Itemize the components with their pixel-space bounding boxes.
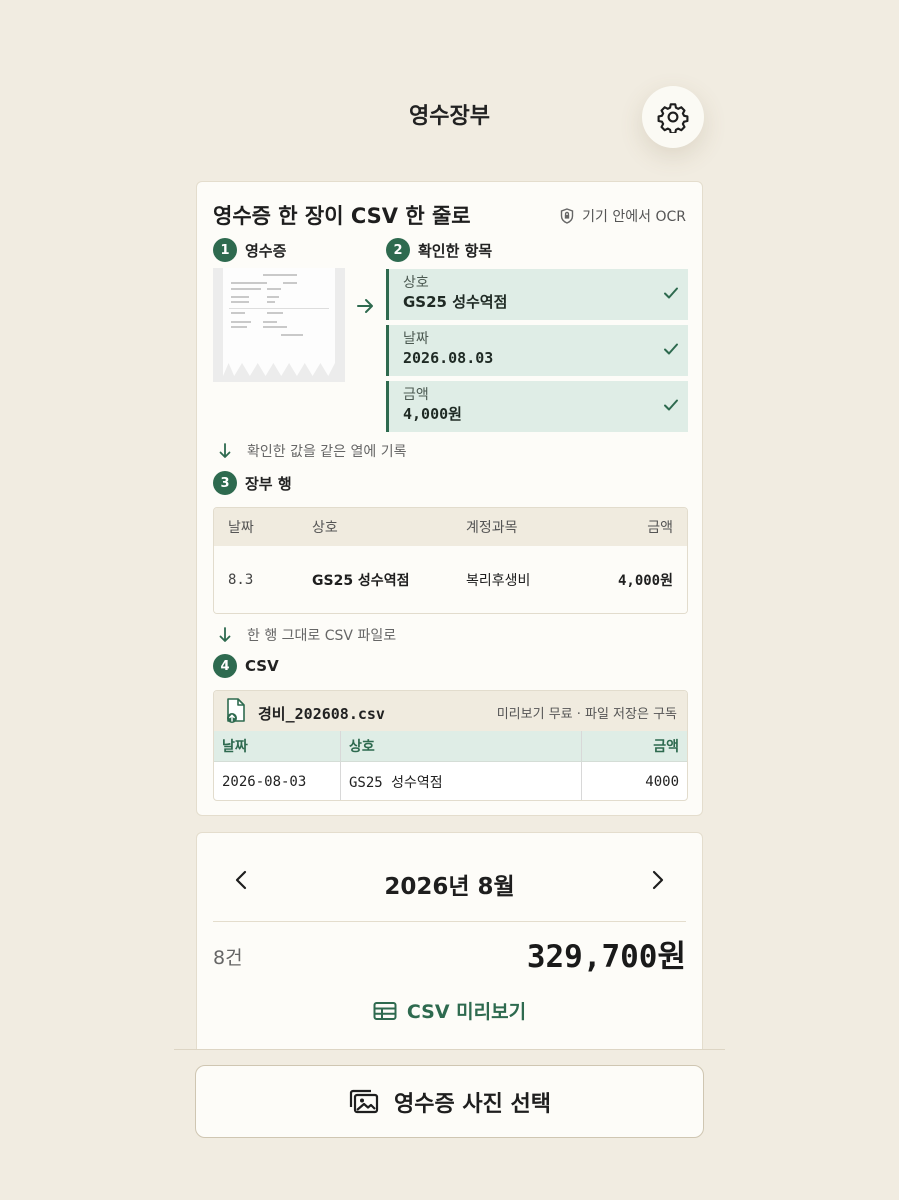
photo-gallery-icon	[349, 1089, 379, 1113]
divider	[213, 921, 686, 922]
field-store: 상호 GS25 성수역점	[386, 269, 688, 320]
step-number: 1	[213, 238, 237, 262]
csv-cell-amount: 4000	[645, 773, 679, 790]
ledger-cell-account: 복리후생비	[466, 573, 531, 589]
step-confirmed: 2 확인한 항목	[386, 238, 492, 262]
field-value: 2026.08.03	[403, 349, 494, 367]
receipt-thumbnail	[213, 268, 345, 382]
csv-header-store: 상호	[349, 739, 375, 755]
chevron-right-icon[interactable]	[646, 869, 668, 891]
receipt-count: 8건	[213, 947, 243, 969]
table-row: 2026-08-03 GS25 성수역점 4000	[214, 762, 687, 800]
step-number: 4	[213, 654, 237, 678]
step-label: 장부 행	[245, 474, 292, 493]
check-icon	[664, 343, 678, 355]
guide-title: 영수증 한 장이 CSV 한 줄로	[213, 204, 471, 228]
arrow-down-icon	[219, 627, 231, 642]
field-date: 날짜 2026.08.03	[386, 325, 688, 376]
hint-text: 한 행 그대로 CSV 파일로	[247, 628, 397, 644]
ledger-header-amount: 금액	[647, 520, 673, 536]
settings-button[interactable]	[642, 86, 704, 148]
step-ledger: 3 장부 행	[213, 471, 292, 495]
hint-record: 확인한 값을 같은 열에 기록	[219, 441, 406, 461]
check-icon	[664, 287, 678, 299]
ledger-header-date: 날짜	[228, 520, 254, 536]
csv-preview-label: CSV 미리보기	[406, 1001, 527, 1023]
select-receipt-photo-label: 영수증 사진 선택	[394, 1091, 551, 1117]
shield-lock-icon	[560, 208, 574, 224]
csv-preview-button[interactable]: CSV 미리보기	[197, 997, 702, 1024]
app-title: 영수장부	[409, 104, 490, 129]
csv-file-header: 경비_202608.csv 미리보기 무료 · 파일 저장은 구독	[214, 691, 687, 731]
field-value: 4,000원	[403, 405, 462, 423]
check-icon	[664, 399, 678, 411]
field-amount: 금액 4,000원	[386, 381, 688, 432]
table-row: 8.3 GS25 성수역점 복리후생비 4,000원	[214, 546, 687, 613]
step-number: 3	[213, 471, 237, 495]
gear-icon	[657, 103, 689, 133]
ledger-cell-amount: 4,000원	[617, 573, 673, 589]
csv-header-amount: 금액	[653, 739, 679, 755]
select-receipt-photo-button[interactable]: 영수증 사진 선택	[195, 1065, 704, 1138]
hint-text: 확인한 값을 같은 열에 기록	[247, 444, 407, 460]
field-label: 금액	[403, 387, 429, 403]
csv-subscription-note: 미리보기 무료 · 파일 저장은 구독	[496, 707, 677, 722]
hint-csv: 한 행 그대로 CSV 파일로	[219, 625, 396, 645]
field-value: GS25 성수역점	[403, 293, 508, 311]
month-label: 2026년 8월	[384, 874, 515, 900]
divider	[174, 1049, 725, 1050]
ledger-header-account: 계정과목	[466, 520, 518, 536]
month-total: 329,700원	[526, 939, 686, 975]
guide-card: 영수증 한 장이 CSV 한 줄로 기기 안에서 OCR 1 영수증 2 확인한…	[196, 181, 703, 816]
field-label: 상호	[403, 275, 429, 291]
month-summary-card: 2026년 8월 8건 329,700원 CSV 미리보기	[196, 832, 703, 1050]
step-number: 2	[386, 238, 410, 262]
ledger-header-row: 날짜 상호 계정과목 금액	[214, 508, 687, 546]
csv-preview-box: 경비_202608.csv 미리보기 무료 · 파일 저장은 구독 날짜 상호 …	[213, 690, 688, 801]
field-label: 날짜	[403, 331, 429, 347]
ocr-badge-label: 기기 안에서 OCR	[582, 209, 686, 225]
step-label: CSV	[245, 657, 279, 675]
arrow-down-icon	[219, 443, 231, 458]
csv-cell-store: GS25 성수역점	[349, 774, 443, 791]
ocr-badge: 기기 안에서 OCR	[560, 206, 686, 226]
table-icon	[373, 1001, 397, 1020]
ledger-cell-date: 8.3	[228, 572, 254, 588]
file-upload-icon	[227, 698, 245, 723]
csv-header-row: 날짜 상호 금액	[214, 731, 687, 762]
csv-header-date: 날짜	[222, 739, 248, 755]
step-receipt: 1 영수증	[213, 238, 286, 262]
step-label: 영수증	[245, 241, 287, 260]
csv-cell-date: 2026-08-03	[222, 773, 307, 790]
step-label: 확인한 항목	[418, 241, 493, 260]
arrow-right-icon	[357, 299, 373, 313]
ledger-table: 날짜 상호 계정과목 금액 8.3 GS25 성수역점 복리후생비 4,000원	[213, 507, 688, 614]
ledger-cell-store: GS25 성수역점	[312, 573, 410, 589]
ledger-header-store: 상호	[312, 520, 338, 536]
step-csv: 4 CSV	[213, 654, 279, 678]
csv-filename: 경비_202608.csv	[258, 705, 385, 723]
